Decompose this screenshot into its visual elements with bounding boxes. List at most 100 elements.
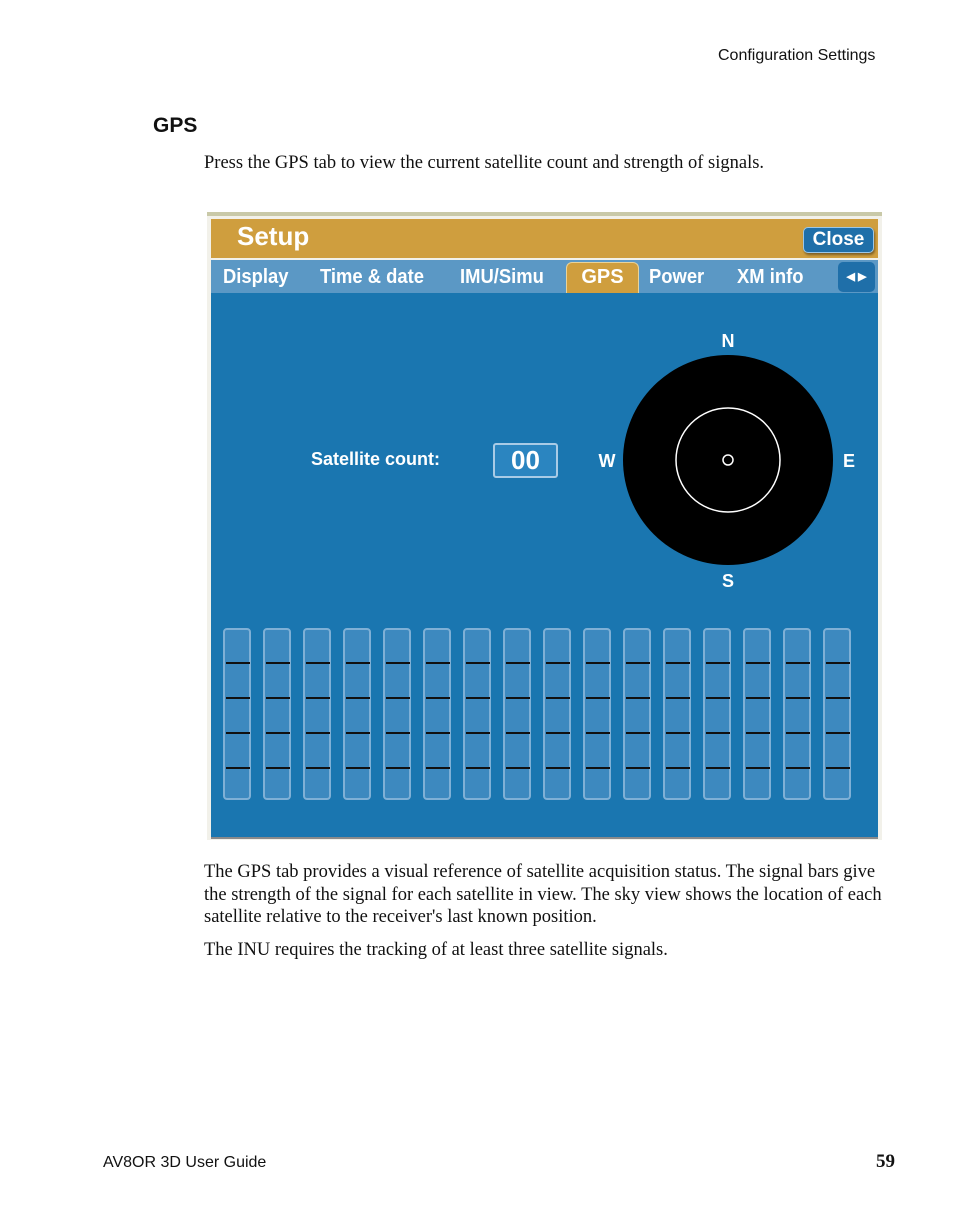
signal-bar	[823, 628, 851, 800]
signal-bar-tick	[826, 697, 850, 699]
signal-bar-tick	[266, 732, 290, 734]
satellite-count-value: 00	[493, 443, 558, 478]
signal-bar-tick	[346, 732, 370, 734]
satellite-count-label: Satellite count:	[311, 449, 441, 469]
intro-paragraph: Press the GPS tab to view the current sa…	[204, 153, 765, 173]
signal-bar-tick	[466, 662, 490, 664]
signal-bar-tick	[546, 767, 570, 769]
footer-guide-title: AV8OR 3D User Guide	[103, 1154, 267, 1171]
signal-bar-tick	[426, 732, 450, 734]
signal-bar-tick	[746, 697, 770, 699]
left-right-arrows-icon: ◀ ▶	[846, 271, 867, 283]
signal-bar-tick	[386, 697, 410, 699]
signal-bar-tick	[386, 767, 410, 769]
tab-imu-simu[interactable]: IMU/Simu	[460, 262, 544, 292]
signal-bar-tick	[506, 732, 530, 734]
page-number: 59	[876, 1151, 895, 1172]
signal-bar-tick	[666, 767, 690, 769]
signal-bar-tick	[266, 662, 290, 664]
signal-bar-tick	[666, 662, 690, 664]
signal-bar-tick	[586, 697, 610, 699]
document-page: Configuration Settings GPS Press the GPS…	[0, 0, 954, 1227]
signal-bar-tick	[426, 662, 450, 664]
signal-bar-tick	[426, 767, 450, 769]
signal-bar-tick	[826, 767, 850, 769]
signal-bar-tick	[786, 697, 810, 699]
signal-bar-tick	[426, 697, 450, 699]
signal-bar-tick	[306, 732, 330, 734]
signal-bar-tick	[226, 732, 250, 734]
signal-bar-tick	[626, 697, 650, 699]
signal-bar-tick	[346, 697, 370, 699]
signal-bar-tick	[466, 697, 490, 699]
signal-bar-tick	[826, 732, 850, 734]
signal-bar-tick	[746, 732, 770, 734]
section-heading: GPS	[153, 114, 198, 137]
signal-bar-tick	[586, 732, 610, 734]
title-bar: Setup	[211, 219, 878, 258]
signal-bar	[223, 628, 251, 800]
signal-bar	[503, 628, 531, 800]
signal-bar-tick	[226, 662, 250, 664]
signal-bar-tick	[626, 662, 650, 664]
compass-n: N	[722, 331, 735, 351]
tab-power[interactable]: Power	[649, 262, 704, 292]
signal-bar-tick	[786, 732, 810, 734]
signal-bar-tick	[666, 732, 690, 734]
signal-bar-tick	[666, 697, 690, 699]
signal-bar	[543, 628, 571, 800]
signal-bar-tick	[386, 732, 410, 734]
tab-scroll-button[interactable]: ◀ ▶	[838, 262, 875, 292]
signal-bar-tick	[226, 697, 250, 699]
signal-bar-tick	[506, 662, 530, 664]
signal-bar-tick	[586, 662, 610, 664]
tab-time-date[interactable]: Time & date	[320, 262, 424, 292]
tab-xm-info[interactable]: XM info	[737, 262, 803, 292]
signal-bar-tick	[306, 662, 330, 664]
signal-bar	[623, 628, 651, 800]
running-header: Configuration Settings	[718, 47, 876, 64]
signal-bar-tick	[826, 662, 850, 664]
tab-gps[interactable]: GPS	[566, 262, 639, 294]
compass-w: W	[599, 451, 616, 471]
signal-bar-tick	[306, 697, 330, 699]
signal-bar-tick	[546, 732, 570, 734]
close-button[interactable]: Close	[803, 227, 874, 253]
signal-bar-tick	[626, 767, 650, 769]
signal-bar-tick	[226, 767, 250, 769]
compass-e: E	[843, 451, 855, 471]
body-paragraph: The GPS tab provides a visual reference …	[204, 862, 882, 927]
signal-bar-tick	[306, 767, 330, 769]
window-title: Setup	[237, 221, 310, 251]
signal-bar	[263, 628, 291, 800]
signal-bar-tick	[466, 732, 490, 734]
signal-bar	[423, 628, 451, 800]
signal-bar-tick	[786, 662, 810, 664]
signal-bar-tick	[746, 767, 770, 769]
signal-bar	[663, 628, 691, 800]
tab-display[interactable]: Display	[223, 262, 288, 292]
signal-bar-tick	[626, 732, 650, 734]
signal-bar-tick	[706, 697, 730, 699]
signal-bar-tick	[706, 662, 730, 664]
signal-bar-tick	[266, 697, 290, 699]
signal-bar-tick	[786, 767, 810, 769]
signal-bar-tick	[386, 662, 410, 664]
signal-bar-tick	[506, 697, 530, 699]
signal-bar-tick	[546, 697, 570, 699]
signal-bar	[743, 628, 771, 800]
signal-bar	[303, 628, 331, 800]
signal-bar-tick	[586, 767, 610, 769]
signal-bar-tick	[346, 767, 370, 769]
signal-bar	[583, 628, 611, 800]
signal-bar-tick	[706, 732, 730, 734]
signal-bar-tick	[706, 767, 730, 769]
signal-bar-tick	[346, 662, 370, 664]
sky-view: N S W E	[599, 331, 856, 591]
signal-bar-tick	[746, 662, 770, 664]
signal-bar-tick	[466, 767, 490, 769]
signal-bar-tick	[546, 662, 570, 664]
signal-bar	[783, 628, 811, 800]
compass-s: S	[722, 571, 734, 591]
signal-bar-tick	[266, 767, 290, 769]
